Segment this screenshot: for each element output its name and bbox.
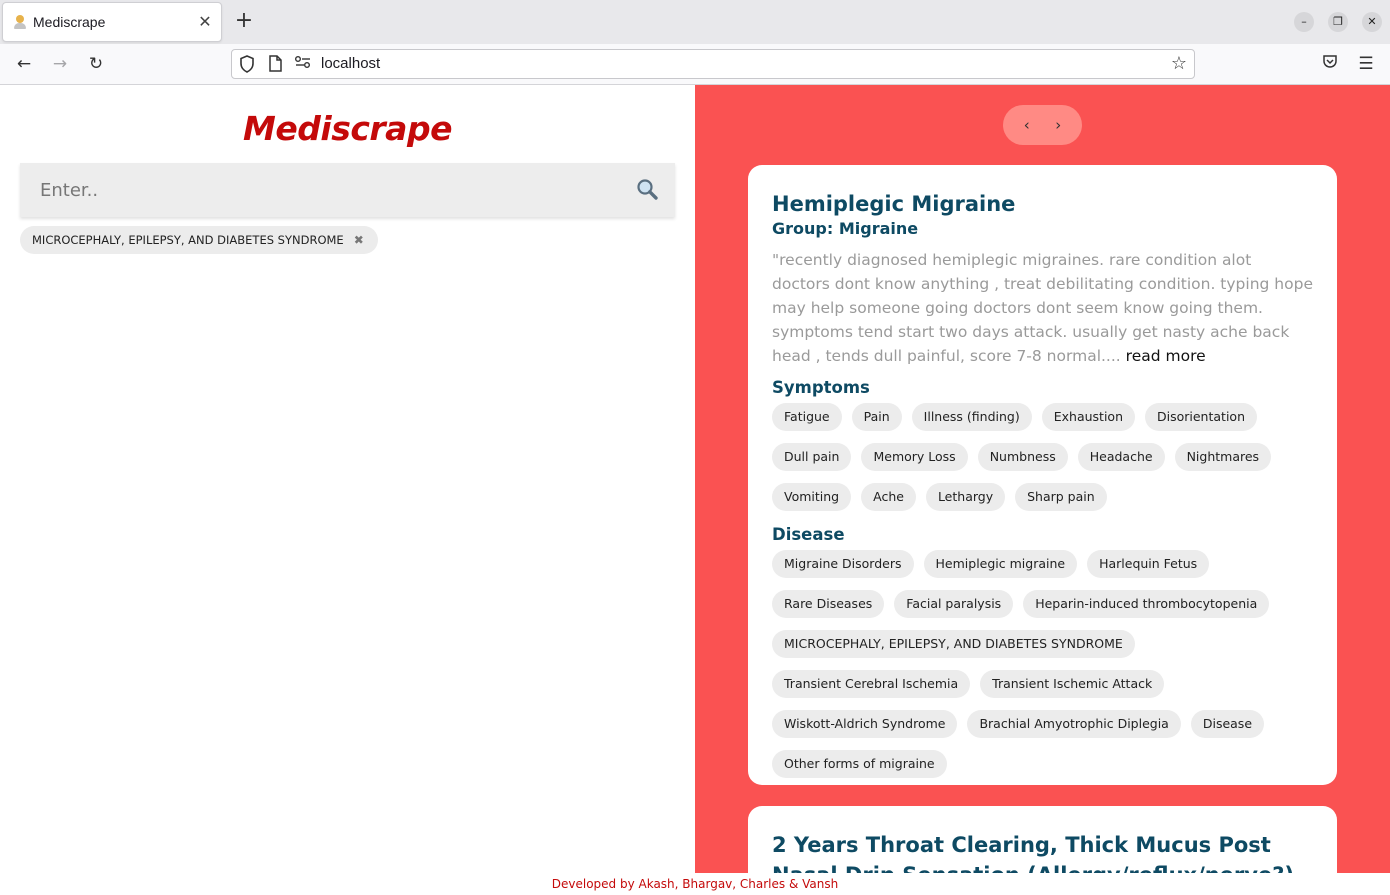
search-input[interactable] (20, 163, 620, 217)
url-bar[interactable]: localhost ☆ (231, 49, 1195, 79)
tab-title: Mediscrape (33, 14, 106, 30)
symptom-tag[interactable]: Fatigue (772, 403, 842, 431)
disease-tag-list: Migraine Disorders Hemiplegic migraine Har… (772, 550, 1313, 778)
browser-tab-bar: Mediscrape ✕ + – ❐ ✕ (0, 0, 1390, 44)
page: Mediscrape MICROCEPHALY, EPILEPSY, AND D… (0, 85, 1390, 893)
symptom-tag[interactable]: Lethargy (925, 483, 1006, 511)
back-icon[interactable]: ← (12, 52, 36, 76)
disease-tag[interactable]: Wiskott-Aldrich Syndrome (772, 710, 958, 738)
disease-tag[interactable]: Transient Ischemic Attack (980, 670, 1165, 698)
selected-filter-label: MICROCEPHALY, EPILEPSY, AND DIABETES SYN… (32, 233, 344, 247)
symptom-tag[interactable]: Illness (finding) (911, 403, 1032, 431)
card-group: Group: Migraine (772, 219, 919, 238)
page-icon (266, 55, 284, 73)
disease-tag[interactable]: Hemiplegic migraine (923, 550, 1078, 578)
forward-icon[interactable]: → (48, 52, 72, 76)
disease-tag[interactable]: Rare Diseases (772, 590, 885, 618)
selected-filter-chip: MICROCEPHALY, EPILEPSY, AND DIABETES SYN… (20, 226, 378, 254)
symptom-tag[interactable]: Numbness (977, 443, 1068, 471)
symptom-tag[interactable]: Memory Loss (861, 443, 968, 471)
minimize-button[interactable]: – (1294, 12, 1314, 32)
disease-tag[interactable]: Facial paralysis (894, 590, 1014, 618)
next-page-icon[interactable]: › (1048, 116, 1068, 134)
symptom-tag[interactable]: Sharp pain (1015, 483, 1107, 511)
permissions-icon[interactable] (294, 55, 312, 73)
card-title[interactable]: 2 Years Throat Clearing, Thick Mucus Pos… (772, 830, 1313, 873)
read-more-link[interactable]: read more (1126, 347, 1206, 365)
pagination: ‹ › (1003, 105, 1082, 145)
disease-tag[interactable]: Other forms of migraine (772, 750, 947, 778)
search-panel: Mediscrape MICROCEPHALY, EPILEPSY, AND D… (0, 85, 695, 873)
favicon-icon (13, 14, 27, 30)
disease-tag[interactable]: MICROCEPHALY, EPILEPSY, AND DIABETES SYN… (772, 630, 1135, 658)
symptom-tag[interactable]: Pain (851, 403, 902, 431)
menu-icon[interactable]: ☰ (1354, 52, 1378, 76)
close-tab-icon[interactable]: ✕ (197, 14, 213, 30)
remove-filter-icon[interactable]: ✖ (354, 233, 364, 247)
card-title[interactable]: Hemiplegic Migraine (772, 189, 1313, 219)
symptom-tag[interactable]: Vomiting (772, 483, 852, 511)
symptom-tag[interactable]: Headache (1077, 443, 1165, 471)
search-icon[interactable] (635, 177, 659, 201)
disease-tag[interactable]: Brachial Amyotrophic Diplegia (967, 710, 1181, 738)
bookmark-star-icon[interactable]: ☆ (1170, 55, 1188, 73)
excerpt-text: "recently diagnosed hemiplegic migraines… (772, 251, 1313, 365)
disease-tag[interactable]: Migraine Disorders (772, 550, 914, 578)
symptom-tag[interactable]: Nightmares (1174, 443, 1272, 471)
window-close-button[interactable]: ✕ (1362, 12, 1382, 32)
prev-page-icon[interactable]: ‹ (1017, 116, 1037, 134)
restore-button[interactable]: ❐ (1328, 12, 1348, 32)
browser-nav-bar: ← → ↻ localhost ☆ ☰ (0, 44, 1390, 85)
symptom-tag-list: Fatigue Pain Illness (finding) Exhaustion Di… (772, 403, 1313, 511)
url-text[interactable]: localhost (321, 55, 380, 72)
symptom-tag[interactable]: Ache (861, 483, 916, 511)
search-box (20, 163, 675, 217)
symptom-tag[interactable]: Disorientation (1145, 403, 1257, 431)
disease-heading: Disease (772, 525, 845, 544)
result-card: 2 Years Throat Clearing, Thick Mucus Pos… (748, 806, 1337, 873)
reload-icon[interactable]: ↻ (84, 52, 108, 76)
new-tab-button[interactable]: + (232, 10, 256, 34)
disease-tag[interactable]: Transient Cerebral Ischemia (772, 670, 971, 698)
result-card: Hemiplegic Migraine Group: Migraine "rec… (748, 165, 1337, 785)
brand-title: Mediscrape (243, 109, 452, 148)
disease-tag[interactable]: Disease (1190, 710, 1265, 738)
disease-tag[interactable]: Harlequin Fetus (1087, 550, 1210, 578)
symptoms-heading: Symptoms (772, 378, 870, 397)
footer-credits: Developed by Akash, Bhargav, Charles & V… (0, 873, 1390, 893)
shield-icon[interactable] (238, 55, 256, 73)
card-excerpt: "recently diagnosed hemiplegic migraines… (772, 248, 1313, 368)
disease-tag[interactable]: Heparin-induced thrombocytopenia (1023, 590, 1270, 618)
results-panel: ‹ › Hemiplegic Migraine Group: Migraine … (695, 85, 1390, 873)
symptom-tag[interactable]: Dull pain (772, 443, 852, 471)
symptom-tag[interactable]: Exhaustion (1041, 403, 1135, 431)
pocket-icon[interactable] (1318, 52, 1342, 76)
browser-tab[interactable]: Mediscrape ✕ (2, 2, 222, 42)
